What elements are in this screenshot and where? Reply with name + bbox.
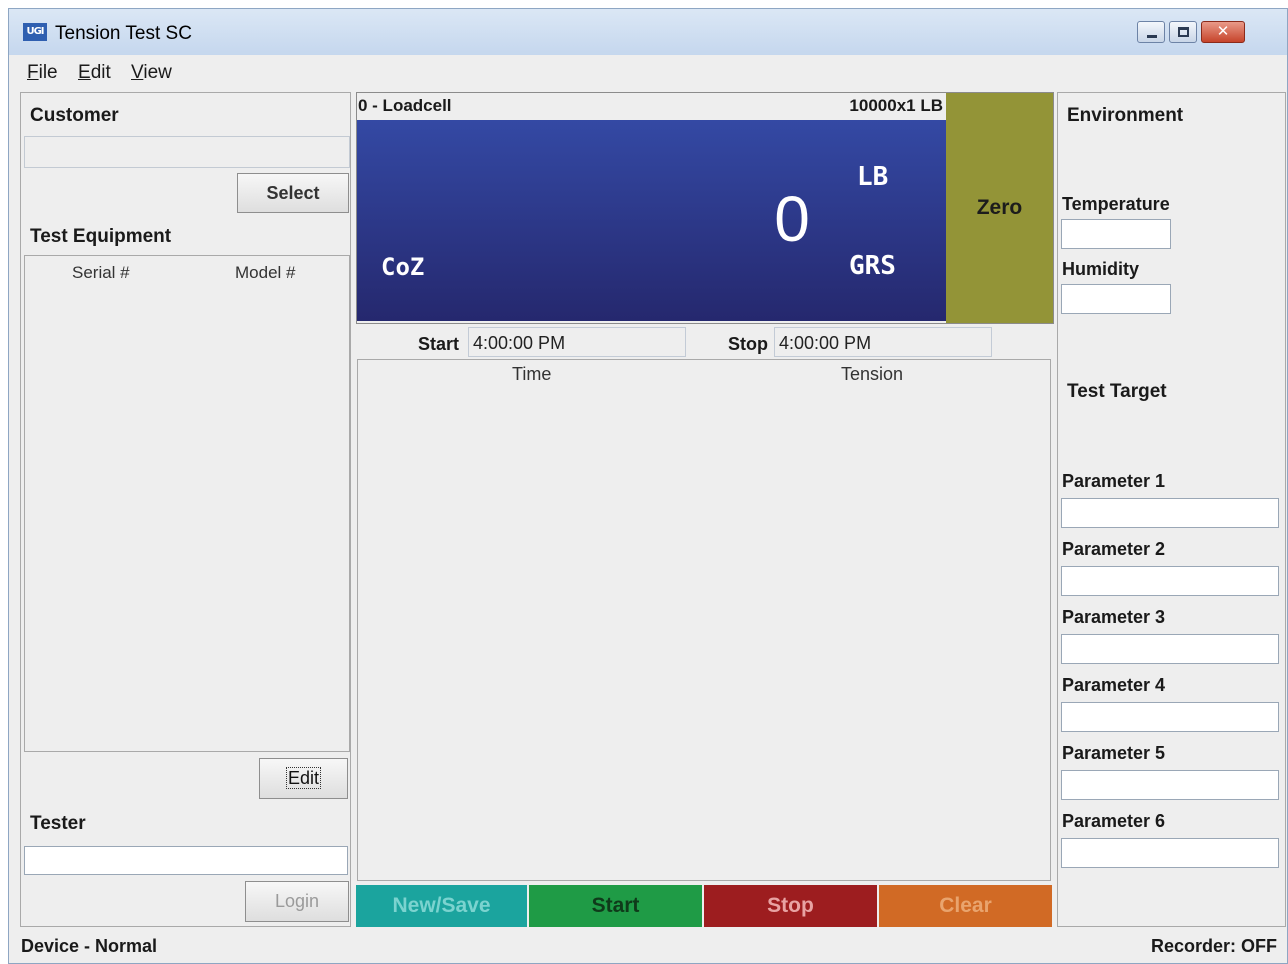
tension-data-table[interactable]: Time Tension — [357, 359, 1051, 881]
action-bar: New/Save Start Stop Clear — [356, 885, 1052, 927]
start-time-label: Start — [418, 334, 460, 354]
gross-indicator: GRS — [849, 251, 896, 281]
model-column-header: Model # — [235, 263, 296, 282]
select-customer-button[interactable]: Select — [237, 173, 349, 213]
test-equipment-label: Test Equipment — [30, 226, 172, 247]
minimize-button[interactable] — [1137, 21, 1165, 43]
humidity-label: Humidity — [1062, 259, 1140, 279]
humidity-field[interactable] — [1061, 284, 1171, 314]
device-status: Device - Normal — [21, 936, 158, 956]
edit-button-label: Edit — [285, 767, 322, 789]
menu-file[interactable]: File — [27, 62, 58, 84]
tension-column-header: Tension — [841, 364, 904, 384]
parameter-4-label: Parameter 4 — [1062, 675, 1166, 695]
parameter-1-label: Parameter 1 — [1062, 471, 1166, 491]
parameter-1-field[interactable] — [1061, 498, 1279, 528]
test-target-label: Test Target — [1067, 381, 1167, 402]
parameter-2-label: Parameter 2 — [1062, 539, 1166, 559]
parameter-3-field[interactable] — [1061, 634, 1279, 664]
new-save-button[interactable]: New/Save — [356, 885, 527, 927]
equipment-table[interactable]: Serial # Model # — [24, 255, 350, 752]
parameter-5-field[interactable] — [1061, 770, 1279, 800]
left-panel: Customer Select Test Equipment Serial # … — [20, 92, 351, 927]
serial-column-header: Serial # — [72, 263, 130, 282]
window-title: Tension Test SC — [55, 23, 192, 44]
customer-field[interactable] — [24, 136, 350, 168]
app-logo-icon: UGI — [23, 23, 47, 41]
app-window: UGI Tension Test SC ✕ File Edit View Cus… — [8, 8, 1288, 964]
start-button[interactable]: Start — [529, 885, 702, 927]
menu-view[interactable]: View — [131, 62, 172, 84]
temperature-label: Temperature — [1062, 194, 1170, 214]
time-column-header: Time — [512, 364, 552, 384]
title-bar: UGI Tension Test SC ✕ — [9, 9, 1287, 55]
zero-button[interactable]: Zero — [946, 93, 1053, 323]
tester-field[interactable] — [24, 846, 348, 875]
parameter-3-label: Parameter 3 — [1062, 607, 1166, 627]
right-panel: Environment Temperature Humidity Test Ta… — [1057, 92, 1286, 927]
loadcell-capacity: 10000x1 LB — [849, 96, 943, 115]
loadcell-name: 0 - Loadcell — [358, 96, 452, 115]
coz-indicator: CoZ — [381, 253, 425, 281]
edit-equipment-button[interactable]: Edit — [259, 758, 348, 799]
stop-time-field[interactable]: 4:00:00 PM — [774, 327, 992, 357]
tester-label: Tester — [30, 813, 86, 834]
close-icon: ✕ — [1216, 23, 1230, 40]
status-bar: Device - Normal Recorder: OFF — [9, 931, 1287, 963]
load-reading: 0 — [774, 183, 810, 255]
time-range-row: Start 4:00:00 PM Stop 4:00:00 PM — [356, 327, 1054, 359]
parameter-5-label: Parameter 5 — [1062, 743, 1166, 763]
recorder-status: Recorder: OFF — [1150, 936, 1277, 956]
maximize-icon — [1178, 27, 1189, 37]
clear-button[interactable]: Clear — [879, 885, 1052, 927]
parameter-6-label: Parameter 6 — [1062, 811, 1166, 831]
environment-label: Environment — [1067, 105, 1184, 126]
maximize-button[interactable] — [1169, 21, 1197, 43]
stop-time-label: Stop — [728, 334, 768, 354]
unit-indicator: LB — [857, 162, 889, 192]
menu-edit[interactable]: Edit — [78, 62, 111, 84]
parameter-6-field[interactable] — [1061, 838, 1279, 868]
login-button[interactable]: Login — [245, 881, 349, 922]
close-button[interactable]: ✕ — [1201, 21, 1245, 43]
temperature-field[interactable] — [1061, 219, 1171, 249]
menu-bar: File Edit View — [9, 55, 1287, 89]
minimize-icon — [1147, 35, 1157, 38]
parameter-4-field[interactable] — [1061, 702, 1279, 732]
stop-button[interactable]: Stop — [704, 885, 877, 927]
parameter-2-field[interactable] — [1061, 566, 1279, 596]
reading-screen: LB 0 GRS CoZ — [357, 120, 946, 321]
loadcell-display: 0 - Loadcell 10000x1 LB LB 0 GRS CoZ Zer… — [356, 92, 1054, 324]
start-time-field[interactable]: 4:00:00 PM — [468, 327, 686, 357]
customer-label: Customer — [30, 105, 119, 126]
